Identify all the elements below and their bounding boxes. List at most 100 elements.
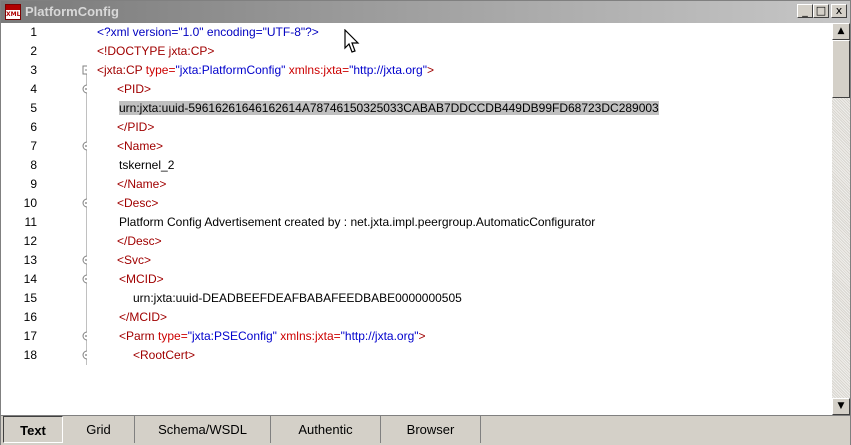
tab-text[interactable]: Text (3, 416, 63, 443)
tab-schema-wsdl[interactable]: Schema/WSDL (135, 416, 271, 443)
code-token: </Desc> (117, 234, 162, 248)
code-text[interactable]: <!DOCTYPE jxta:CP> (97, 42, 214, 61)
close-button[interactable]: x (831, 4, 847, 18)
code-token: > (418, 329, 426, 343)
fold-guide (86, 118, 87, 137)
fold-guide[interactable] (1, 194, 87, 213)
code-text[interactable]: <Parm type="jxta:PSEConfig" xmlns:jxta="… (119, 327, 426, 346)
title-bar[interactable]: XML PlatformConfig _ □ x (1, 1, 850, 23)
fold-guide[interactable] (1, 270, 87, 289)
code-line[interactable]: 18 <RootCert> (1, 346, 832, 365)
code-text[interactable]: Platform Config Advertisement created by… (119, 213, 595, 232)
code-text[interactable]: urn:jxta:uuid-59616261646162614A78746150… (119, 99, 659, 118)
code-line[interactable]: 7 <Name> (1, 137, 832, 156)
code-text[interactable]: </PID> (117, 118, 154, 137)
code-text[interactable]: <Desc> (117, 194, 158, 213)
fold-guide[interactable] (1, 137, 87, 156)
mouse-pointer-icon (344, 29, 360, 53)
code-line[interactable]: 17 <Parm type="jxta:PSEConfig" xmlns:jxta… (1, 327, 832, 346)
fold-guide (1, 23, 87, 42)
code-token: "jxta:PlatformConfig" (175, 63, 286, 77)
code-line[interactable]: 1 <?xml version="1.0" encoding="UTF-8"?> (1, 23, 832, 42)
scroll-down-button[interactable]: ▼ (832, 398, 850, 415)
fold-guide (86, 289, 87, 308)
code-line[interactable]: 14 <MCID> (1, 270, 832, 289)
code-token: </PID> (117, 120, 155, 134)
code-text[interactable]: <MCID> (119, 270, 164, 289)
vertical-scrollbar[interactable]: ▲ ▼ (832, 23, 850, 415)
view-tab-bar: Text Grid Schema/WSDL Authentic Browser (1, 415, 850, 445)
tab-authentic[interactable]: Authentic (271, 416, 381, 443)
fold-guide[interactable] (1, 61, 87, 80)
xml-file-icon: XML (5, 4, 21, 20)
xml-editor-window: XML PlatformConfig _ □ x 1 <?xml version=… (0, 0, 851, 445)
fold-guide (1, 42, 87, 61)
code-token: </MCID> (119, 310, 168, 324)
code-line[interactable]: 5 urn:jxta:uuid-59616261646162614A7874615… (1, 99, 832, 118)
code-text[interactable]: tskernel_2 (119, 156, 174, 175)
code-token: <!DOCTYPE jxta:CP> (97, 44, 215, 58)
code-line[interactable]: 15 urn:jxta:uuid-DEADBEEFDEAFBABAFEEDBABE… (1, 289, 832, 308)
fold-guide (86, 99, 87, 118)
code-token: "jxta:PSEConfig" (187, 329, 277, 343)
code-token: <Desc> (117, 196, 159, 210)
code-token: type= (142, 63, 176, 77)
code-token: urn:jxta:uuid-59616261646162614A78746150… (119, 101, 659, 115)
fold-guide[interactable] (1, 327, 87, 346)
tab-browser[interactable]: Browser (381, 416, 481, 443)
code-line[interactable]: 9 </Name> (1, 175, 832, 194)
window-title: PlatformConfig (25, 4, 119, 19)
code-line[interactable]: 16 </MCID> (1, 308, 832, 327)
code-token: xmlns:jxta= (276, 329, 341, 343)
code-token: </Name> (117, 177, 167, 191)
code-token: xmlns:jxta= (285, 63, 350, 77)
code-token: <Name> (117, 139, 164, 153)
code-token: tskernel_2 (119, 158, 175, 172)
code-line[interactable]: 4 <PID> (1, 80, 832, 99)
tab-grid[interactable]: Grid (63, 416, 135, 443)
code-text[interactable]: <jxta:CP type="jxta:PlatformConfig" xmln… (97, 61, 434, 80)
scroll-thumb[interactable] (832, 40, 850, 98)
scroll-up-button[interactable]: ▲ (832, 23, 850, 40)
code-line[interactable]: 11 Platform Config Advertisement created … (1, 213, 832, 232)
fold-guide (86, 156, 87, 175)
code-line[interactable]: 3 <jxta:CP type="jxta:PlatformConfig" xml… (1, 61, 832, 80)
code-text[interactable]: </Name> (117, 175, 166, 194)
maximize-button[interactable]: □ (813, 4, 829, 18)
code-line[interactable]: 2 <!DOCTYPE jxta:CP> (1, 42, 832, 61)
code-token: <Parm (119, 329, 155, 343)
minimize-button[interactable]: _ (797, 4, 813, 18)
code-text[interactable]: urn:jxta:uuid-DEADBEEFDEAFBABAFEEDBABE00… (133, 289, 462, 308)
fold-guide[interactable] (1, 346, 87, 365)
code-token: <Svc> (117, 253, 152, 267)
code-text[interactable]: <PID> (117, 80, 151, 99)
fold-guide (86, 232, 87, 251)
code-line[interactable]: 8 tskernel_2 (1, 156, 832, 175)
code-text[interactable]: <Name> (117, 137, 163, 156)
fold-guide[interactable] (1, 80, 87, 99)
text-editor[interactable]: 1 <?xml version="1.0" encoding="UTF-8"?> 2… (1, 23, 832, 415)
code-token: > (426, 63, 434, 77)
code-token: <RootCert> (133, 348, 196, 362)
code-text[interactable]: <?xml version="1.0" encoding="UTF-8"?> (97, 23, 319, 42)
code-line[interactable]: 10 <Desc> (1, 194, 832, 213)
code-text[interactable]: <RootCert> (133, 346, 195, 365)
code-token: <PID> (117, 82, 152, 96)
fold-guide (86, 175, 87, 194)
fold-guide (86, 308, 87, 327)
code-token: <jxta:CP (97, 63, 143, 77)
code-line[interactable]: 6 </PID> (1, 118, 832, 137)
code-token: urn:jxta:uuid-DEADBEEFDEAFBABAFEEDBABE00… (133, 291, 462, 305)
code-line[interactable]: 13 <Svc> (1, 251, 832, 270)
fold-guide (86, 213, 87, 232)
code-token: <?xml version="1.0" encoding="UTF-8"?> (97, 25, 319, 39)
code-text[interactable]: </MCID> (119, 308, 167, 327)
code-token: "http://jxta.org" (340, 329, 419, 343)
code-line[interactable]: 12 </Desc> (1, 232, 832, 251)
code-text[interactable]: </Desc> (117, 232, 162, 251)
code-text[interactable]: <Svc> (117, 251, 151, 270)
code-token: type= (154, 329, 188, 343)
code-token: <MCID> (119, 272, 164, 286)
fold-guide[interactable] (1, 251, 87, 270)
code-token: "http://jxta.org" (349, 63, 427, 77)
